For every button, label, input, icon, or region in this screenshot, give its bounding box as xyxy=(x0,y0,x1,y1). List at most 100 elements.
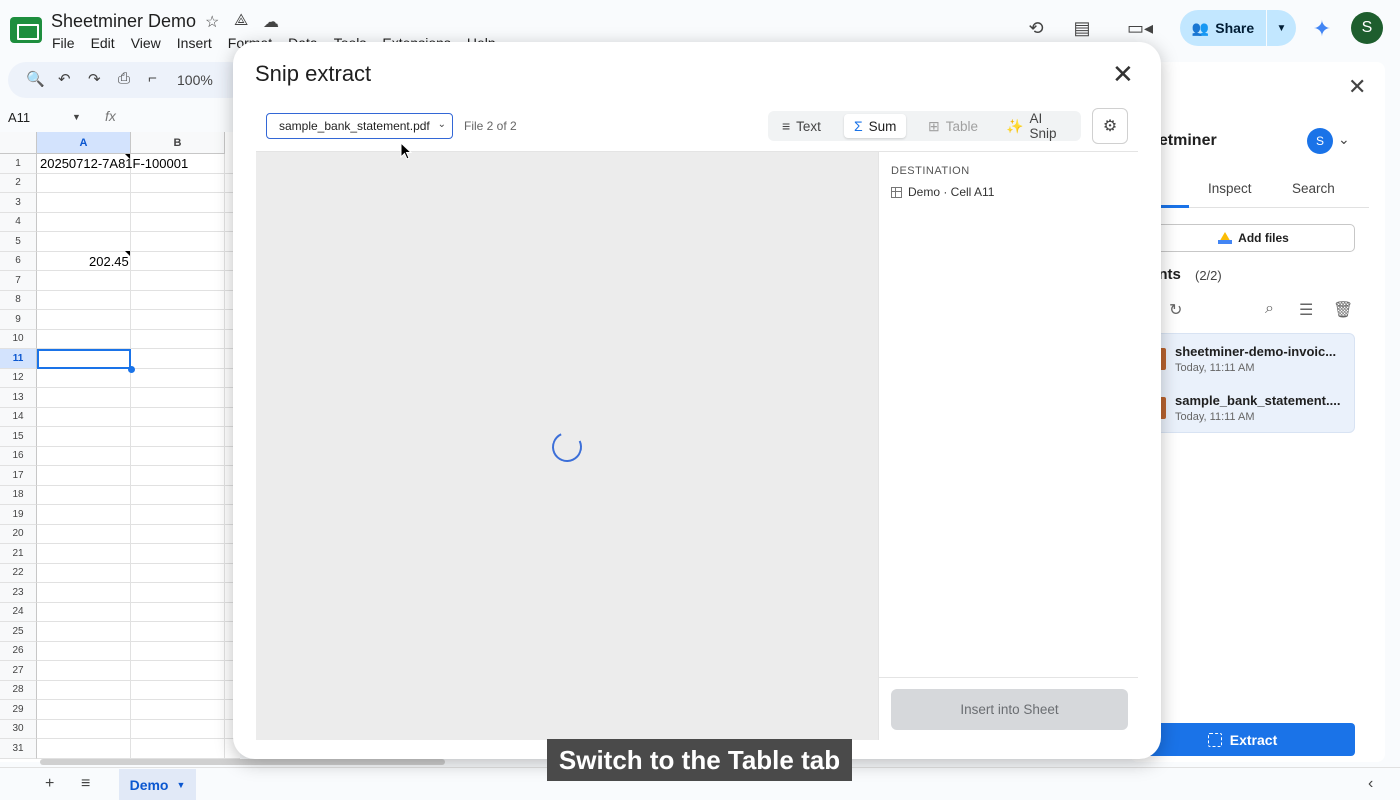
side-panel-avatar[interactable]: S xyxy=(1307,128,1333,154)
account-avatar[interactable]: S xyxy=(1351,12,1383,44)
column-header-b[interactable]: B xyxy=(131,132,225,154)
row-header[interactable]: 17 xyxy=(0,466,37,486)
menu-file[interactable]: File xyxy=(52,35,82,51)
all-sheets-icon[interactable]: ≡ xyxy=(81,775,90,793)
row-header[interactable]: 28 xyxy=(0,680,37,700)
row-header[interactable]: 15 xyxy=(0,427,37,447)
mode-ai-snip-button[interactable]: ✨ AI Snip xyxy=(996,111,1081,141)
share-button[interactable]: 👥 Share xyxy=(1180,10,1266,46)
menu-insert[interactable]: Insert xyxy=(177,35,219,51)
tab-search[interactable]: Search xyxy=(1292,181,1335,196)
sparkle-icon: ✨ xyxy=(1006,117,1024,134)
spreadsheet-grid[interactable]: A B 1 2 3 4 5 6 7 8 9 10 11 12 13 14 15 16 17 18 19 20 21 22 2… xyxy=(0,132,240,762)
row-header[interactable]: 4 xyxy=(0,212,37,232)
meet-icon[interactable]: ▭◂ xyxy=(1120,15,1160,41)
print-icon[interactable]: ⎙ xyxy=(118,70,130,87)
google-drive-icon xyxy=(1218,232,1233,244)
row-header[interactable]: 7 xyxy=(0,271,37,291)
zoom-select[interactable]: 100% xyxy=(177,72,213,88)
cell-a6[interactable]: 202.45 xyxy=(89,254,129,269)
column-header-a[interactable]: A xyxy=(37,132,131,154)
sheet-tab-demo[interactable]: Demo ▼ xyxy=(119,769,196,800)
undo-icon[interactable]: ↶ xyxy=(58,70,71,88)
filter-icon[interactable]: ☰ xyxy=(1299,300,1313,320)
selected-cell-a11[interactable] xyxy=(37,349,131,369)
row-divider xyxy=(37,621,240,622)
sheets-logo-icon[interactable] xyxy=(10,17,42,43)
cloud-saved-icon[interactable]: ☁ xyxy=(263,12,279,32)
close-icon[interactable]: ✕ xyxy=(1112,61,1134,87)
row-header[interactable]: 20 xyxy=(0,524,37,544)
row-header[interactable]: 30 xyxy=(0,719,37,739)
search-icon[interactable]: 🔍 xyxy=(26,70,45,88)
row-header[interactable]: 2 xyxy=(0,173,37,193)
name-box-dropdown-icon[interactable]: ▼ xyxy=(72,112,81,122)
file-name: sample_bank_statement.... xyxy=(1175,393,1341,408)
tab-inspect[interactable]: Inspect xyxy=(1208,181,1252,196)
refresh-icon[interactable]: ↻ xyxy=(1169,300,1182,320)
share-dropdown-icon[interactable]: ▼ xyxy=(1267,10,1296,46)
redo-icon[interactable]: ↷ xyxy=(88,70,101,88)
row-header[interactable]: 27 xyxy=(0,661,37,681)
row-header[interactable]: 13 xyxy=(0,388,37,408)
document-title[interactable]: Sheetminer Demo xyxy=(51,11,196,32)
add-sheet-icon[interactable]: + xyxy=(45,775,54,793)
row-header[interactable]: 9 xyxy=(0,310,37,330)
version-history-icon[interactable]: ⟲ xyxy=(1023,15,1049,41)
gemini-icon[interactable]: ✦ xyxy=(1310,17,1334,41)
paint-format-icon[interactable]: ⌐ xyxy=(148,70,157,87)
close-icon[interactable]: ✕ xyxy=(1348,74,1366,100)
mode-sum-button[interactable]: Σ Sum xyxy=(844,114,907,138)
sheet-tab-dropdown-icon[interactable]: ▼ xyxy=(176,780,185,790)
row-divider xyxy=(37,192,240,193)
row-header[interactable]: 16 xyxy=(0,446,37,466)
row-header[interactable]: 3 xyxy=(0,193,37,213)
row-header[interactable]: 12 xyxy=(0,368,37,388)
menu-view[interactable]: View xyxy=(131,35,168,51)
move-to-drive-icon[interactable]: ⟁ xyxy=(234,12,248,30)
insert-into-sheet-button[interactable]: Insert into Sheet xyxy=(891,689,1128,730)
row-divider xyxy=(37,387,240,388)
add-files-button[interactable]: Add files xyxy=(1152,224,1355,252)
column-divider xyxy=(224,154,225,762)
menu-edit[interactable]: Edit xyxy=(91,35,122,51)
row-header[interactable]: 5 xyxy=(0,232,37,252)
row-header[interactable]: 19 xyxy=(0,505,37,525)
row-header[interactable]: 10 xyxy=(0,329,37,349)
select-all-corner[interactable] xyxy=(0,132,37,154)
extract-button[interactable]: Extract xyxy=(1130,723,1355,756)
mode-table-button[interactable]: ⊞ Table xyxy=(918,114,988,138)
row-header[interactable]: 11 xyxy=(0,349,37,369)
row-header[interactable]: 23 xyxy=(0,583,37,603)
mode-text-button[interactable]: ≡ Text xyxy=(772,114,831,138)
settings-sliders-icon[interactable]: ⚙ xyxy=(1092,108,1128,144)
file-item[interactable]: sample_bank_statement.... Today, 11:11 A… xyxy=(1151,383,1356,432)
star-icon[interactable]: ☆ xyxy=(205,12,219,32)
chevron-down-icon[interactable]: ⌄ xyxy=(1338,131,1350,148)
row-header[interactable]: 22 xyxy=(0,563,37,583)
row-header[interactable]: 18 xyxy=(0,485,37,505)
file-item[interactable]: sheetminer-demo-invoic... Today, 11:11 A… xyxy=(1151,334,1356,383)
row-divider xyxy=(37,738,240,739)
row-header[interactable]: 1 xyxy=(0,154,37,174)
row-header[interactable]: 6 xyxy=(0,251,37,271)
delete-icon[interactable]: 🗑 xyxy=(1333,300,1353,320)
row-header[interactable]: 31 xyxy=(0,739,37,759)
file-select[interactable]: sample_bank_statement.pdf ⌄ xyxy=(266,113,453,139)
row-header[interactable]: 26 xyxy=(0,641,37,661)
name-box[interactable]: A11 xyxy=(8,110,30,125)
row-header[interactable]: 29 xyxy=(0,700,37,720)
row-header[interactable]: 24 xyxy=(0,602,37,622)
collapse-side-panel-icon[interactable]: ‹ xyxy=(1368,775,1373,793)
extract-mode-group: ≡ Text Σ Sum ⊞ Table ✨ AI Snip xyxy=(768,111,1081,141)
row-header[interactable]: 14 xyxy=(0,407,37,427)
horizontal-scrollbar[interactable] xyxy=(40,759,445,765)
mode-label: Text xyxy=(796,118,821,134)
search-icon[interactable]: ⌕ xyxy=(1265,300,1274,318)
fill-handle[interactable] xyxy=(128,366,135,373)
row-header[interactable]: 25 xyxy=(0,622,37,642)
row-header[interactable]: 8 xyxy=(0,290,37,310)
row-header[interactable]: 21 xyxy=(0,544,37,564)
cell-a1[interactable]: 20250712-7A81F-100001 xyxy=(40,156,188,171)
comments-icon[interactable]: ▤ xyxy=(1069,15,1095,41)
